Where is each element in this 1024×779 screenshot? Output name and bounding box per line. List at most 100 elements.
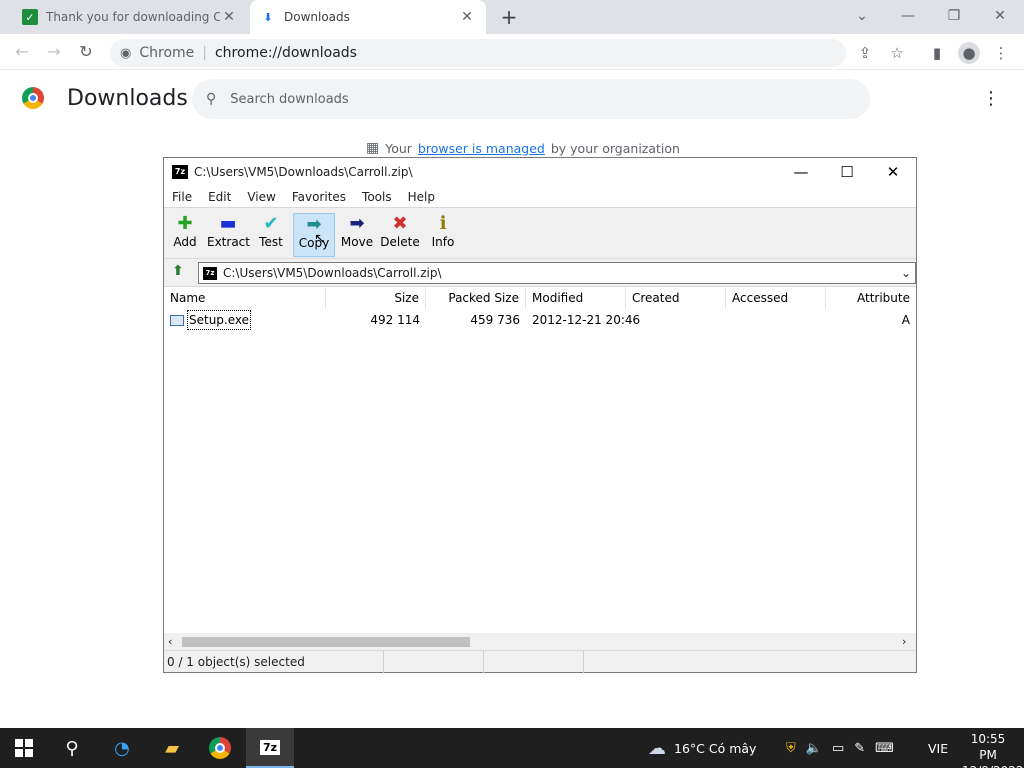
chrome-logo-icon [22,87,44,109]
chrome-taskbar-icon[interactable] [196,728,244,768]
chrome-icon: ◉ [120,45,132,61]
tab-downloads[interactable]: ⬇ Downloads ✕ [250,0,486,34]
column-created[interactable]: Created [626,287,726,309]
maximize-icon[interactable]: ☐ [824,158,870,186]
start-windows-icon[interactable] [0,728,48,768]
scroll-right-icon[interactable]: › [902,635,906,648]
building-icon: ▦ [366,140,380,156]
column-attributes[interactable]: Attribute [826,287,916,309]
file-size: 492 114 [370,313,420,327]
profile-avatar-icon[interactable]: ● [958,42,980,64]
menu-tools[interactable]: Tools [354,190,400,204]
chevron-down-icon[interactable]: ⌄ [897,266,915,280]
file-explorer-icon[interactable]: ▰ [148,728,196,768]
archive-icon: 7z [203,266,217,280]
share-icon[interactable]: ⇪ [854,42,876,64]
managed-link[interactable]: browser is managed [418,141,545,156]
tab-search-icon[interactable]: ⌄ [840,4,884,28]
bookmark-star-icon[interactable]: ☆ [886,42,908,64]
menu-view[interactable]: View [239,190,283,204]
sevenzip-taskbar-icon: 7z [259,739,281,755]
weather-widget[interactable]: ☁ 16°C Có mây [648,728,756,768]
column-packed-size[interactable]: Packed Size [426,287,526,309]
add-button[interactable]: ✚ Add [164,213,206,257]
menu-file[interactable]: File [164,190,200,204]
window-title: C:\Users\VM5\Downloads\Carroll.zip\ [194,165,413,179]
volume-icon[interactable]: 🔈 [806,741,822,756]
info-button[interactable]: ℹ Info [422,213,464,257]
minimize-icon[interactable]: — [886,4,930,28]
system-tray: ⛨ 🔈 ▭ ✎ ⌨ [786,728,894,768]
file-attributes: A [901,313,910,327]
menu-favorites[interactable]: Favorites [284,190,354,204]
sevenzip-logo-icon: 7z [172,165,188,179]
edge-icon[interactable]: ◔ [98,728,146,768]
file-accessed [726,311,826,329]
file-list: Name Size Packed Size Modified Created A… [164,286,916,651]
forward-icon[interactable]: → [42,40,66,64]
checkmark-icon: ✔ [263,213,279,234]
horizontal-scrollbar[interactable]: ‹ › [164,633,916,651]
close-window-icon[interactable]: ✕ [978,4,1022,28]
info-icon: ℹ [439,213,447,234]
security-shield-icon[interactable]: ⛨ [786,741,796,756]
new-tab-button[interactable]: + [498,6,520,28]
downloads-more-icon[interactable]: ⋮ [982,88,1000,109]
path-combobox[interactable]: 7z C:\Users\VM5\Downloads\Carroll.zip\ ⌄ [198,262,916,284]
test-button[interactable]: ✔ Test [250,213,292,257]
close-tab-icon[interactable]: ✕ [458,9,476,25]
cloud-icon: ☁ [648,737,666,759]
file-created [626,311,726,329]
extract-button[interactable]: ▬ Extract [207,213,250,257]
menu-edit[interactable]: Edit [200,190,239,204]
mouse-cursor-icon: ↖ [314,231,326,247]
folder-up-icon[interactable]: ⬆ [168,263,188,283]
menu-bar: File Edit View Favorites Tools Help [164,186,916,208]
menu-help[interactable]: Help [400,190,443,204]
close-tab-icon[interactable]: ✕ [220,9,238,25]
keyboard-icon[interactable]: ⌨ [875,741,894,756]
address-bar[interactable]: ◉ Chrome | chrome://downloads [110,39,846,67]
pen-icon[interactable]: ✎ [854,741,865,756]
scroll-left-icon[interactable]: ‹ [168,635,172,648]
delete-button[interactable]: ✖ Delete [379,213,421,257]
sheet-favicon-icon: ✓ [22,9,38,25]
table-row[interactable]: Setup.exe 492 114 459 736 2012-12-21 20:… [164,310,916,330]
file-packed-size: 459 736 [470,313,520,327]
language-indicator[interactable]: VIE [928,728,948,768]
scroll-thumb[interactable] [182,637,470,647]
address-row: ⬆ 7z C:\Users\VM5\Downloads\Carroll.zip\… [164,260,916,286]
close-icon[interactable]: ✕ [870,158,916,186]
clock[interactable]: 10:55 PM 12/9/2022 [962,731,1024,779]
back-icon[interactable]: ← [10,40,34,64]
tab-thank-you[interactable]: ✓ Thank you for downloading Carr ✕ [12,0,248,34]
search-icon[interactable]: ⚲ [48,728,96,768]
minimize-icon[interactable]: — [778,158,824,186]
menu-dots-icon[interactable]: ⋮ [990,42,1012,64]
delete-x-icon: ✖ [392,213,408,234]
omnibox-separator: | [202,45,207,61]
reload-icon[interactable]: ↻ [74,40,98,64]
download-favicon-icon: ⬇ [263,10,273,24]
move-arrow-icon: ➡ [349,213,365,234]
status-bar: 0 / 1 object(s) selected [164,650,916,673]
column-accessed[interactable]: Accessed [726,287,826,309]
page-title: Downloads [67,86,188,111]
move-button[interactable]: ➡ Move [336,213,378,257]
column-size[interactable]: Size [326,287,426,309]
file-modified: 2012-12-21 20:46 [532,313,641,327]
status-text: 0 / 1 object(s) selected [167,655,305,669]
restore-icon[interactable]: ❐ [932,4,976,28]
side-panel-icon[interactable]: ▮ [926,42,948,64]
plus-icon: ✚ [177,213,193,234]
taskbar: ⚲ ◔ ▰ 7z ☁ 16°C Có mây ⛨ 🔈 ▭ ✎ ⌨ VIE 10:… [0,728,1024,778]
network-icon[interactable]: ▭ [832,741,844,756]
toolbar: ✚ Add ▬ Extract ✔ Test ➡ Copy ➡ Move ✖ D… [164,209,916,259]
sevenzip-window: 7z C:\Users\VM5\Downloads\Carroll.zip\ —… [163,157,917,673]
column-modified[interactable]: Modified [526,287,626,309]
sevenzip-taskbar-button[interactable]: 7z [246,728,294,768]
exe-file-icon [170,314,184,326]
search-downloads-input[interactable]: ⚲ Search downloads [192,79,870,119]
minus-icon: ▬ [219,213,237,234]
column-name[interactable]: Name [164,287,326,309]
